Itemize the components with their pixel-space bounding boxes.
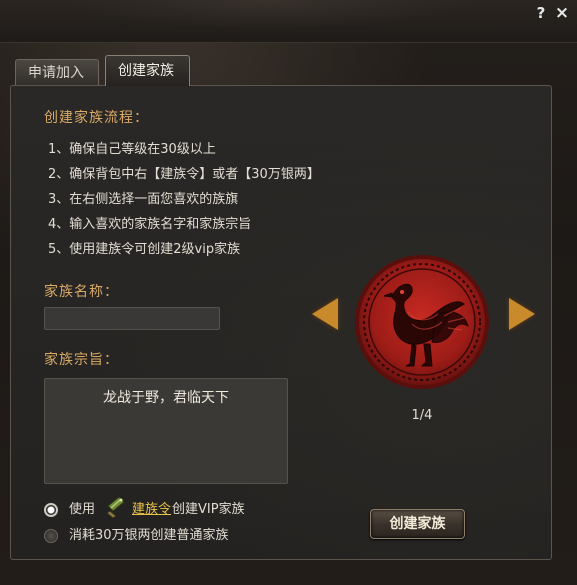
tab-join-family[interactable]: 申请加入 [15, 59, 99, 85]
process-steps: 1、确保自己等级在30级以上 2、确保背包中右【建族令】或者【30万银两】 3、… [48, 140, 320, 265]
title-bar-ornament [60, 0, 480, 30]
clan-token-link[interactable]: 建族令 [132, 501, 171, 519]
process-step: 3、在右侧选择一面您喜欢的族旗 [48, 192, 239, 207]
close-button[interactable]: × [554, 4, 570, 22]
emblem-page-indicator: 1/4 [411, 408, 433, 423]
family-motto-input[interactable]: 龙战于野，君临天下 [44, 378, 288, 484]
use-label: 使用 [69, 502, 96, 517]
process-step: 5、使用建族令可创建2级vip家族 [48, 242, 241, 257]
phoenix-emblem-icon [355, 255, 489, 389]
family-motto-label: 家族宗旨： [44, 352, 119, 368]
normal-family-radio[interactable] [44, 529, 58, 543]
tab-create-family[interactable]: 创建家族 [105, 55, 190, 86]
help-button[interactable]: ? [533, 4, 549, 22]
create-family-window: ? × 申请加入 创建家族 创建家族流程： 1、确保自己等级在30级以上 2、确… [0, 0, 577, 585]
family-name-label: 家族名称： [44, 284, 119, 300]
next-emblem-arrow-icon[interactable] [509, 298, 535, 330]
process-title: 创建家族流程： [44, 110, 149, 126]
window-title-bar [0, 0, 577, 43]
create-family-button[interactable]: 创建家族 [370, 509, 465, 539]
create-vip-family-label: 创建VIP家族 [172, 502, 245, 517]
vip-family-radio[interactable] [44, 503, 58, 517]
process-step: 2、确保背包中右【建族令】或者【30万银两】 [48, 167, 320, 182]
process-step: 1、确保自己等级在30级以上 [48, 142, 216, 157]
create-normal-family-label: 消耗30万银两创建普通家族 [69, 528, 229, 543]
family-name-input[interactable] [44, 307, 220, 330]
previous-emblem-arrow-icon[interactable] [312, 298, 338, 330]
process-step: 4、输入喜欢的家族名字和家族宗旨 [48, 217, 252, 232]
clan-token-icon [106, 496, 125, 519]
